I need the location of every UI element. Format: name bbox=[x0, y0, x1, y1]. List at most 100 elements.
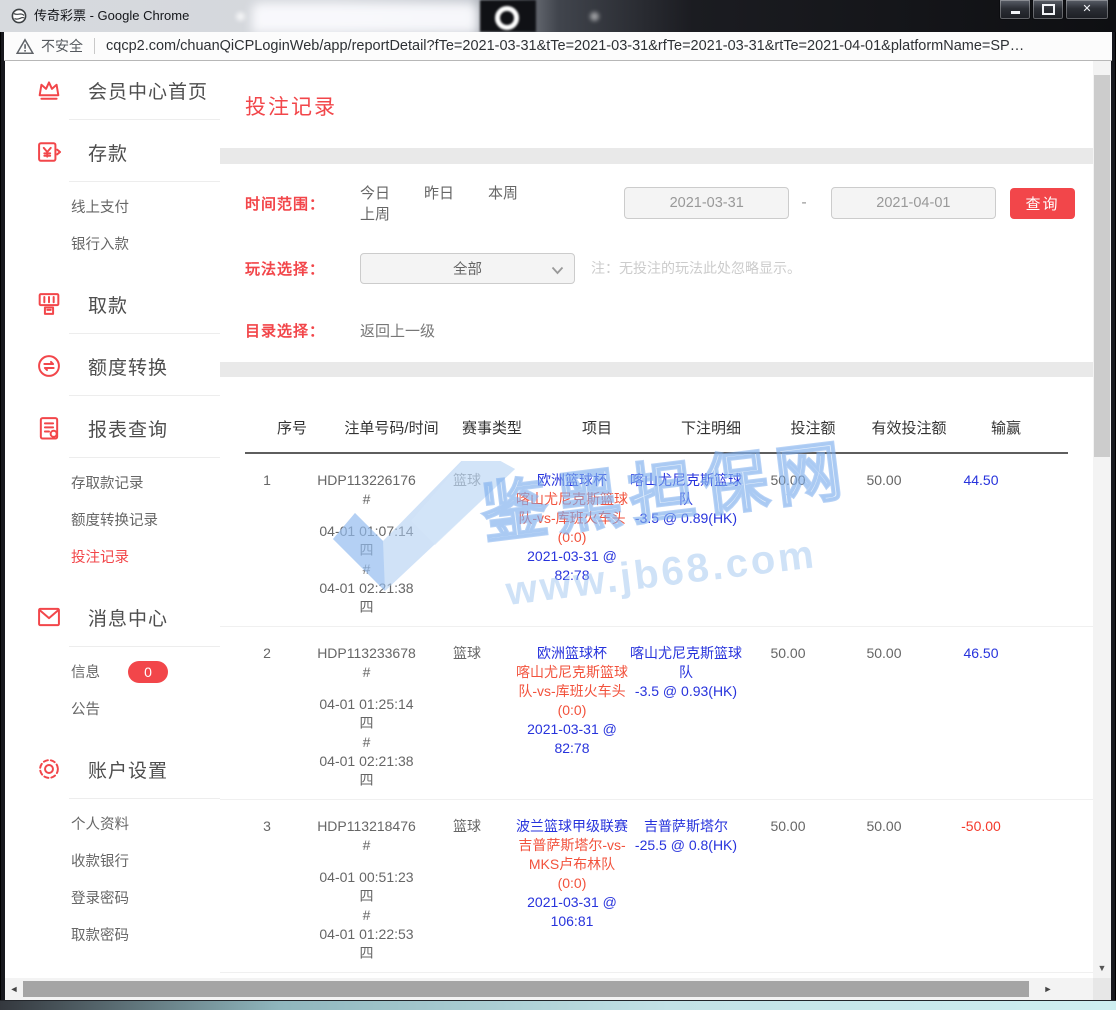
sidebar-subitem-label: 线上支付 bbox=[71, 196, 129, 217]
quick-range-link[interactable]: 今日 bbox=[360, 182, 390, 203]
filter-card: 时间范围： 今日昨日本周上周 2021-03-31 - 2021-04-01 查… bbox=[220, 164, 1093, 362]
vertical-scrollbar-thumb[interactable] bbox=[1094, 75, 1110, 457]
sidebar-subitem[interactable]: 投注记录 bbox=[5, 538, 220, 575]
sidebar-subitem[interactable]: 信息0 bbox=[5, 653, 220, 690]
table-row: 3HDP113218476#04-01 00:51:23 四#04-01 01:… bbox=[220, 800, 1093, 973]
bet-link-line[interactable]: 吉普萨斯塔尔 bbox=[629, 817, 743, 836]
sidebar-divider bbox=[69, 181, 220, 182]
sidebar-subitem[interactable]: 存取款记录 bbox=[5, 464, 220, 501]
directory-row: 目录选择： 返回上一级 bbox=[245, 314, 1075, 346]
sidebar-item[interactable]: 会员中心首页 bbox=[5, 73, 220, 107]
deposit-icon bbox=[35, 138, 63, 166]
sidebar-subitems: 存取款记录额度转换记录投注记录 bbox=[5, 464, 220, 575]
bet-link-line[interactable]: 2021-03-31 @ 106:81 bbox=[515, 893, 629, 931]
sidebar-section: 报表查询存取款记录额度转换记录投注记录 bbox=[5, 399, 220, 588]
bet-link-line[interactable]: 2021-03-31 @ 82:78 bbox=[515, 720, 629, 758]
back-up-level-link[interactable]: 返回上一级 bbox=[360, 320, 435, 341]
scroll-right-arrow-icon[interactable]: ► bbox=[1039, 984, 1057, 994]
sidebar-item[interactable]: 账户设置 bbox=[5, 752, 220, 786]
gear-icon bbox=[35, 755, 63, 783]
bet-link-line[interactable]: 喀山尤尼克斯篮球队 bbox=[629, 644, 743, 682]
sidebar-subitem[interactable]: 额度转换记录 bbox=[5, 501, 220, 538]
sidebar-item[interactable]: 额度转换 bbox=[5, 349, 220, 383]
sidebar-subitem-label: 投注记录 bbox=[71, 546, 129, 567]
bet-link-line: 喀山尤尼克斯篮球队-vs-库班火车头 (0:0) bbox=[515, 663, 629, 720]
sidebar-section: 消息中心信息0公告 bbox=[5, 588, 220, 740]
cell-sport-type: 篮球 bbox=[419, 817, 515, 963]
sidebar-item[interactable]: 存款 bbox=[5, 135, 220, 169]
quick-range-links: 今日 昨日 本周上周 bbox=[360, 182, 612, 224]
quick-range-link[interactable]: 本周 bbox=[488, 182, 518, 203]
sidebar-subitem-label: 取款密码 bbox=[71, 924, 129, 945]
column-header: 项目 bbox=[540, 417, 654, 438]
cell-valid-amount: 50.00 bbox=[833, 644, 935, 790]
sidebar-item[interactable]: 取款 bbox=[5, 287, 220, 321]
bet-link-line[interactable]: -25.5 @ 0.8(HK) bbox=[629, 836, 743, 855]
scroll-down-arrow-icon[interactable]: ▼ bbox=[1093, 964, 1111, 973]
play-type-row: 玩法选择： 全部 注：无投注的玩法此处忽略显示。 bbox=[245, 252, 1075, 284]
minimize-button[interactable] bbox=[999, 0, 1031, 20]
maximize-button[interactable] bbox=[1032, 0, 1064, 20]
sidebar-item-label: 消息中心 bbox=[88, 604, 168, 631]
horizontal-scrollbar[interactable]: ◄ ► bbox=[5, 978, 1093, 1000]
bet-link-line[interactable]: 2021-03-31 @ 82:78 bbox=[515, 547, 629, 585]
sidebar-divider bbox=[69, 457, 220, 458]
close-button[interactable]: ✕ bbox=[1065, 0, 1109, 20]
play-type-label: 玩法选择： bbox=[245, 258, 360, 279]
sidebar-subitems: 个人资料收款银行登录密码取款密码 bbox=[5, 805, 220, 953]
sidebar-item-label: 账户设置 bbox=[88, 756, 168, 783]
mail-icon bbox=[35, 603, 63, 631]
sidebar-section: 账户设置个人资料收款银行登录密码取款密码 bbox=[5, 740, 220, 966]
transfer-icon bbox=[35, 352, 63, 380]
sidebar-subitem[interactable]: 公告 bbox=[5, 690, 220, 727]
play-type-note: 注：无投注的玩法此处忽略显示。 bbox=[591, 258, 801, 278]
horizontal-scrollbar-thumb[interactable] bbox=[23, 981, 1029, 997]
sidebar-subitem[interactable]: 取款密码 bbox=[5, 916, 220, 953]
sidebar-subitem[interactable]: 个人资料 bbox=[5, 805, 220, 842]
cell-order-number-time: HDP113233678#04-01 01:25:14 四#04-01 02:2… bbox=[314, 644, 419, 790]
table-row: 2HDP113233678#04-01 01:25:14 四#04-01 02:… bbox=[220, 627, 1093, 800]
vertical-scrollbar[interactable]: ▼ bbox=[1093, 61, 1111, 978]
report-icon bbox=[35, 414, 63, 442]
window-titlebar[interactable]: 传奇彩票 - Google Chrome ✕ bbox=[0, 0, 1116, 32]
message-count-badge: 0 bbox=[128, 661, 168, 683]
bet-link-line[interactable]: -3.5 @ 0.93(HK) bbox=[629, 682, 743, 701]
sidebar-item[interactable]: 消息中心 bbox=[5, 600, 220, 634]
window-title: 传奇彩票 - Google Chrome bbox=[34, 0, 189, 32]
bet-link-line[interactable]: 喀山尤尼克斯篮球队 bbox=[629, 471, 743, 509]
column-header: 有效投注额 bbox=[858, 417, 960, 438]
scroll-left-arrow-icon[interactable]: ◄ bbox=[5, 984, 23, 994]
bet-link-line[interactable]: 波兰篮球甲级联赛 bbox=[515, 817, 629, 836]
sidebar-item[interactable]: 报表查询 bbox=[5, 411, 220, 445]
date-to-input[interactable]: 2021-04-01 bbox=[831, 187, 996, 219]
bet-link-line[interactable]: -3.5 @ 0.89(HK) bbox=[629, 509, 743, 528]
query-button[interactable]: 查询 bbox=[1010, 188, 1075, 219]
table-row: 1HDP113226176#04-01 01:07:14 四#04-01 02:… bbox=[220, 454, 1093, 627]
table-body: 1HDP113226176#04-01 01:07:14 四#04-01 02:… bbox=[220, 454, 1093, 978]
sidebar-subitem[interactable]: 登录密码 bbox=[5, 879, 220, 916]
main-content: 投注记录 时间范围： 今日昨日本周上周 2021-03-31 - 2021-04… bbox=[220, 61, 1093, 978]
chevron-down-icon bbox=[551, 263, 564, 279]
sidebar-item-label: 会员中心首页 bbox=[88, 77, 208, 104]
bet-link-line[interactable]: 欧洲篮球杯 bbox=[515, 471, 629, 490]
close-icon: ✕ bbox=[1082, 4, 1091, 15]
url-bar[interactable]: 不安全 cqcp2.com/chuanQiCPLoginWeb/app/repo… bbox=[4, 32, 1112, 61]
cell-win-loss: -50.00 bbox=[935, 817, 1027, 963]
site-favicon-icon bbox=[11, 8, 27, 24]
bet-records-table: 序号注单号码/时间赛事类型项目下注明细投注额有效投注额输赢 1HDP113226… bbox=[220, 377, 1093, 978]
column-header: 输赢 bbox=[960, 417, 1052, 438]
sidebar-subitem[interactable]: 线上支付 bbox=[5, 188, 220, 225]
play-type-select[interactable]: 全部 bbox=[360, 253, 575, 284]
sidebar-menu: 会员中心首页存款线上支付银行入款取款额度转换报表查询存取款记录额度转换记录投注记… bbox=[5, 61, 220, 966]
sidebar-subitem[interactable]: 银行入款 bbox=[5, 225, 220, 262]
cell-event: 波兰篮球甲级联赛吉普萨斯塔尔-vs-MKS卢布林队 (0:0)2021-03-3… bbox=[515, 817, 629, 963]
date-from-input[interactable]: 2021-03-31 bbox=[624, 187, 789, 219]
sidebar-subitem[interactable]: 收款银行 bbox=[5, 842, 220, 879]
sidebar-divider bbox=[69, 798, 220, 799]
bet-link-line[interactable]: 欧洲篮球杯 bbox=[515, 644, 629, 663]
cell-win-loss: 44.50 bbox=[935, 471, 1027, 617]
quick-range-link[interactable]: 昨日 bbox=[424, 182, 454, 203]
page-title: 投注记录 bbox=[220, 61, 1093, 121]
quick-range-link[interactable]: 上周 bbox=[360, 203, 390, 224]
scrollbar-corner bbox=[1093, 978, 1111, 1000]
